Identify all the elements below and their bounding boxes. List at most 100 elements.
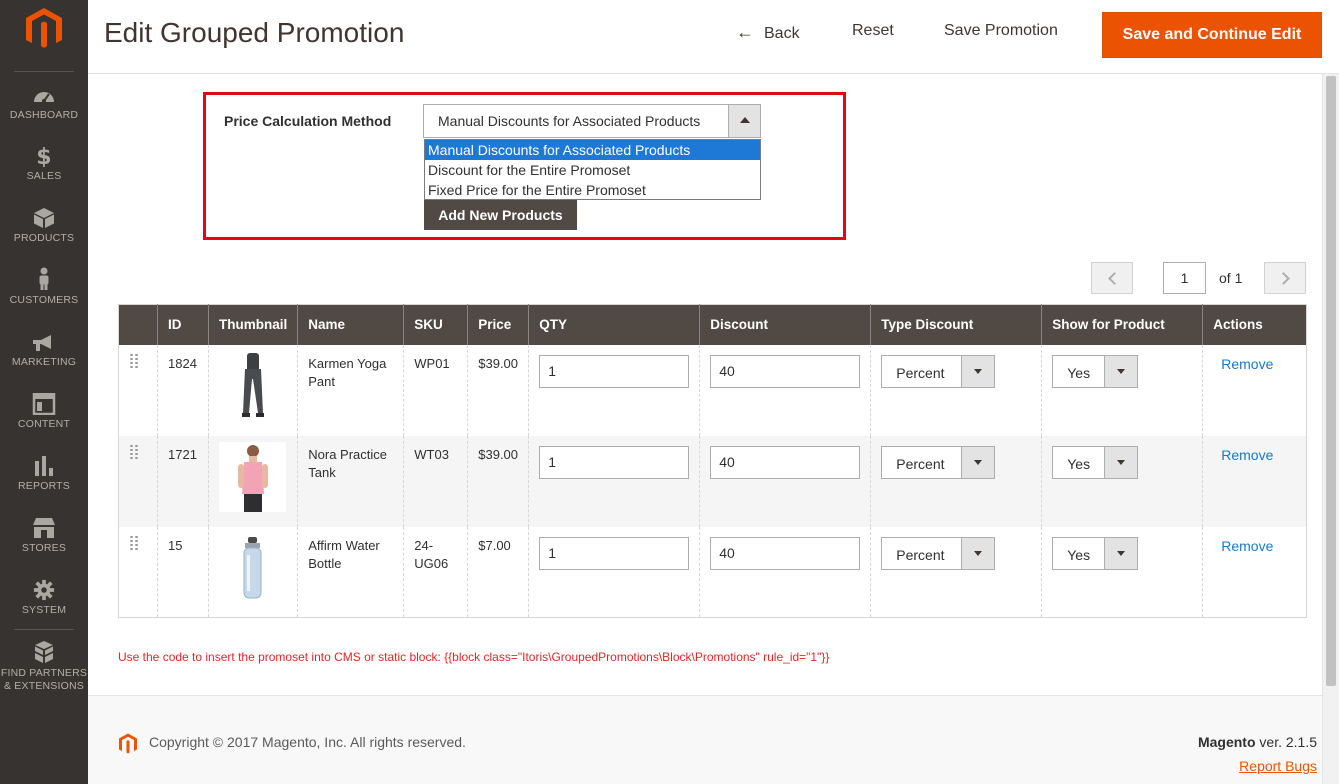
product-thumbnail (219, 532, 286, 603)
type-discount-select[interactable]: Percent (881, 354, 996, 388)
back-button[interactable]: ← Back (736, 22, 800, 43)
save-and-continue-button[interactable]: Save and Continue Edit (1102, 12, 1322, 58)
chevron-down-icon[interactable] (961, 446, 995, 478)
store-icon (33, 518, 55, 538)
pager-prev-button[interactable] (1091, 262, 1133, 294)
actions-cell: Remove (1202, 344, 1307, 436)
pager-page-input[interactable] (1163, 262, 1206, 294)
product-thumbnail (219, 350, 286, 421)
col-drag (118, 304, 158, 345)
type-discount-select[interactable]: Percent (881, 445, 996, 479)
person-icon (39, 267, 49, 290)
back-button-label: Back (764, 25, 800, 42)
sidebar-item-products[interactable]: PRODUCTS (0, 207, 88, 245)
save-promotion-button[interactable]: Save Promotion (944, 22, 1058, 40)
sidebar-item-label-line1: FIND PARTNERS (0, 667, 88, 679)
sidebar-item-marketing[interactable]: MARKETING (0, 333, 88, 369)
remove-link[interactable]: Remove (1221, 355, 1273, 373)
sku-cell: 24-UG06 (403, 526, 468, 618)
show-value: Yes (1067, 546, 1091, 563)
show-for-product-select[interactable]: Yes (1052, 536, 1139, 570)
blocks-icon (35, 641, 53, 663)
products-grid: ID Thumbnail Name SKU Price QTY Discount… (118, 304, 1307, 618)
chevron-down-icon[interactable] (1104, 355, 1138, 387)
reset-button[interactable]: Reset (852, 22, 894, 40)
chevron-down-icon[interactable] (961, 537, 995, 569)
col-show-for-product[interactable]: Show for Product (1041, 304, 1203, 345)
show-for-product-select[interactable]: Yes (1052, 354, 1139, 388)
discount-input[interactable] (710, 354, 861, 388)
qty-cell (528, 344, 700, 436)
sidebar-item-sales[interactable]: $ SALES (0, 145, 88, 183)
sidebar-item-label: SALES (26, 170, 62, 182)
col-qty[interactable]: QTY (528, 304, 700, 345)
arrow-left-icon: ← (736, 22, 754, 42)
sidebar-divider (14, 629, 74, 630)
remove-link[interactable]: Remove (1221, 446, 1273, 464)
option-manual-discounts[interactable]: Manual Discounts for Associated Products (425, 140, 760, 160)
discount-cell (699, 344, 871, 436)
type-discount-select[interactable]: Percent (881, 536, 996, 570)
table-row: 1824 Karmen Yoga Pant WP01 $39.00 Percen… (119, 344, 1307, 436)
sidebar: DASHBOARD $ SALES PRODUCTS CUSTOMERS MAR… (0, 0, 88, 784)
drag-handle-icon[interactable] (129, 534, 139, 551)
sidebar-item-content[interactable]: CONTENT (0, 393, 88, 431)
sidebar-item-reports[interactable]: REPORTS (0, 455, 88, 493)
sidebar-item-label: MARKETING (11, 356, 77, 368)
chevron-down-icon[interactable] (1104, 446, 1138, 478)
sidebar-item-partners[interactable]: FIND PARTNERS & EXTENSIONS (0, 640, 88, 693)
col-type-discount[interactable]: Type Discount (870, 304, 1042, 345)
option-fixed-price[interactable]: Fixed Price for the Entire Promoset (425, 180, 760, 200)
sidebar-item-system[interactable]: SYSTEM (0, 579, 88, 617)
report-bugs-link[interactable]: Report Bugs (1239, 758, 1317, 774)
qty-input[interactable] (539, 536, 690, 570)
drag-handle-icon[interactable] (129, 352, 139, 369)
discount-input[interactable] (710, 536, 861, 570)
col-sku[interactable]: SKU (403, 304, 468, 345)
admin-page: DASHBOARD $ SALES PRODUCTS CUSTOMERS MAR… (0, 0, 1339, 784)
discount-input[interactable] (710, 445, 861, 479)
id-cell: 1721 (157, 435, 209, 527)
chevron-down-icon[interactable] (961, 355, 995, 387)
cube-icon (34, 208, 54, 228)
sidebar-item-stores[interactable]: STORES (0, 517, 88, 555)
show-for-product-select[interactable]: Yes (1052, 445, 1139, 479)
col-discount[interactable]: Discount (699, 304, 871, 345)
chevron-down-icon[interactable] (1104, 537, 1138, 569)
select-current-value: Manual Discounts for Associated Products (438, 113, 701, 129)
drag-cell[interactable] (119, 527, 158, 618)
price-calculation-select[interactable]: Manual Discounts for Associated Products (423, 104, 761, 138)
option-entire-discount[interactable]: Discount for the Entire Promoset (425, 160, 760, 180)
page-scrollbar[interactable] (1322, 74, 1339, 784)
bar-chart-icon (35, 456, 53, 476)
discount-cell (699, 526, 871, 618)
pager-next-button[interactable] (1264, 262, 1306, 294)
remove-link[interactable]: Remove (1221, 537, 1273, 555)
sidebar-divider (14, 71, 74, 72)
svg-text:$: $ (36, 145, 52, 167)
version-number: ver. 2.1.5 (1255, 734, 1317, 750)
brand-name: Magento (1197, 734, 1256, 750)
magento-logo[interactable] (24, 6, 64, 50)
drag-cell[interactable] (118, 435, 158, 527)
add-new-products-button[interactable]: Add New Products (424, 200, 577, 230)
drag-cell[interactable] (119, 345, 158, 436)
qty-input[interactable] (539, 354, 690, 388)
type-discount-value: Percent (896, 455, 945, 472)
page-header: Edit Grouped Promotion ← Back Reset Save … (88, 0, 1339, 74)
type-discount-cell: Percent (870, 344, 1042, 436)
col-id[interactable]: ID (157, 304, 209, 345)
sidebar-item-label: CUSTOMERS (9, 294, 79, 306)
thumbnail-cell (207, 344, 298, 436)
drag-handle-icon[interactable] (129, 443, 139, 460)
qty-input[interactable] (539, 445, 690, 479)
col-name[interactable]: Name (297, 304, 404, 345)
sidebar-item-dashboard[interactable]: DASHBOARD (0, 86, 88, 122)
sidebar-item-label: CONTENT (17, 418, 71, 430)
chevron-up-icon[interactable] (728, 105, 760, 137)
scrollbar-thumb[interactable] (1326, 76, 1336, 686)
sidebar-item-customers[interactable]: CUSTOMERS (0, 267, 88, 307)
col-price[interactable]: Price (467, 304, 529, 345)
col-thumbnail[interactable]: Thumbnail (207, 304, 298, 345)
thumbnail-cell (207, 435, 298, 527)
